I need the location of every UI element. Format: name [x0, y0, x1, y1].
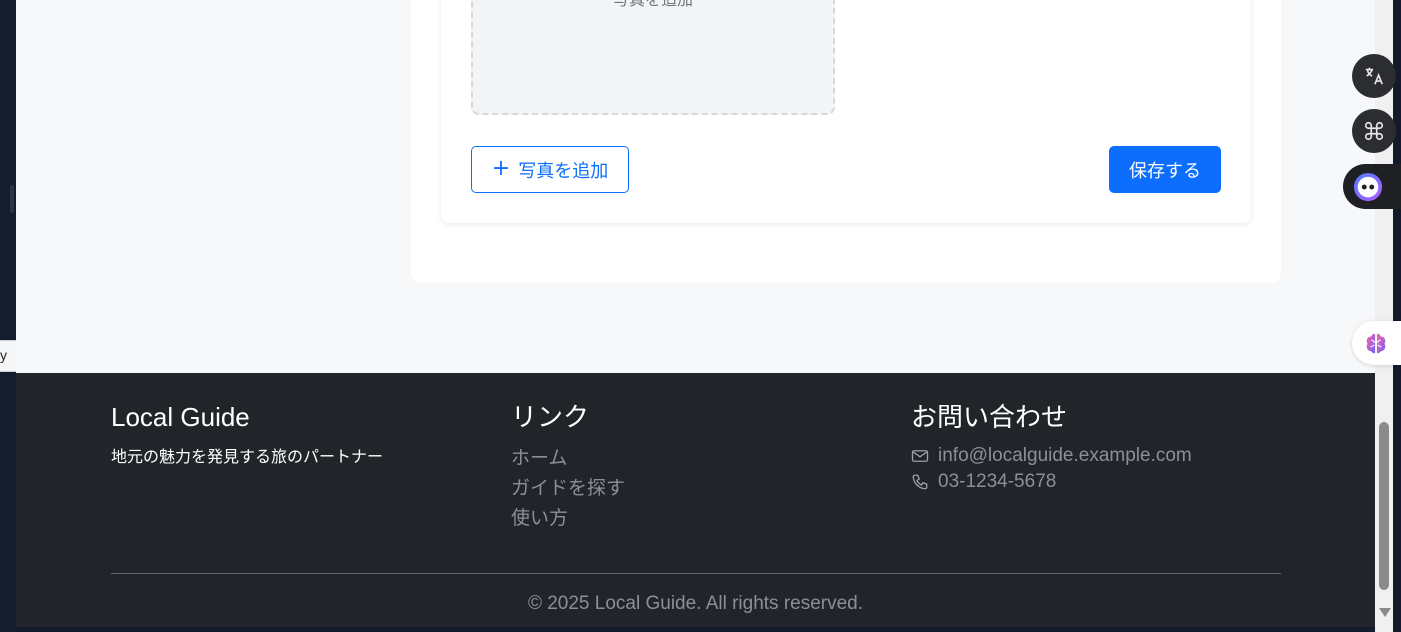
- save-label: 保存する: [1129, 160, 1201, 182]
- contact-phone-row: 03-1234-5678: [911, 469, 1192, 495]
- footer-link-how-to[interactable]: 使い方: [511, 503, 625, 533]
- footer-links: リンク ホーム ガイドを探す 使い方: [511, 401, 625, 533]
- profile-edit-card: 写真を追加 + 写真を追加 保存する: [411, 0, 1281, 283]
- scroll-down-arrow-icon[interactable]: [1379, 608, 1391, 617]
- scrollbar-thumb[interactable]: [1379, 422, 1389, 590]
- page-viewport: 写真を追加 + 写真を追加 保存する Local Guide 地元の魅力を発見す…: [16, 0, 1375, 627]
- footer-brand-title: Local Guide: [111, 402, 250, 432]
- phone-icon: [912, 474, 928, 490]
- brain-tool-button[interactable]: [1352, 321, 1401, 365]
- photo-slot-label: 写真を追加: [473, 0, 833, 10]
- footer-links-heading: リンク: [511, 402, 590, 432]
- apps-button[interactable]: [1352, 109, 1396, 153]
- footer-brand: Local Guide 地元の魅力を発見する旅のパートナー: [111, 401, 383, 467]
- add-photo-label: 写真を追加: [518, 160, 609, 182]
- edge-handle: [10, 185, 14, 213]
- envelope-icon: [911, 450, 929, 462]
- contact-email[interactable]: info@localguide.example.com: [938, 445, 1192, 467]
- footer-contact: お問い合わせ info@localguide.example.com 03-12…: [911, 401, 1192, 495]
- footer-divider: [111, 573, 1281, 574]
- ai-face-icon: [1353, 172, 1383, 201]
- translate-button[interactable]: [1352, 54, 1396, 98]
- assistant-button[interactable]: [1343, 164, 1401, 209]
- contact-phone[interactable]: 03-1234-5678: [938, 471, 1056, 493]
- site-footer: Local Guide 地元の魅力を発見する旅のパートナー リンク ホーム ガイ…: [16, 373, 1375, 627]
- command-icon: [1364, 121, 1384, 141]
- plus-icon: +: [491, 155, 511, 181]
- footer-links-list: ホーム ガイドを探す 使い方: [511, 443, 625, 533]
- footer-tagline: 地元の魅力を発見する旅のパートナー: [111, 447, 384, 466]
- right-window-edge: [1393, 0, 1401, 632]
- photo-section-card: 写真を追加 + 写真を追加 保存する: [441, 0, 1251, 223]
- contact-email-row: info@localguide.example.com: [911, 443, 1192, 469]
- save-button[interactable]: 保存する: [1109, 146, 1221, 193]
- footer-contact-heading: お問い合わせ: [911, 402, 1068, 432]
- footer-link-home[interactable]: ホーム: [511, 443, 625, 473]
- add-photo-button[interactable]: + 写真を追加: [471, 146, 629, 193]
- footer-copyright: © 2025 Local Guide. All rights reserved.: [527, 593, 864, 614]
- footer-link-find-guide[interactable]: ガイドを探す: [511, 473, 625, 503]
- left-clipped-tab: y: [0, 340, 16, 372]
- translate-icon: [1365, 67, 1384, 85]
- left-window-edge: y: [0, 0, 16, 632]
- clipped-text: y: [0, 347, 7, 363]
- photo-upload-slot[interactable]: 写真を追加: [471, 0, 835, 115]
- brain-icon: [1366, 333, 1386, 354]
